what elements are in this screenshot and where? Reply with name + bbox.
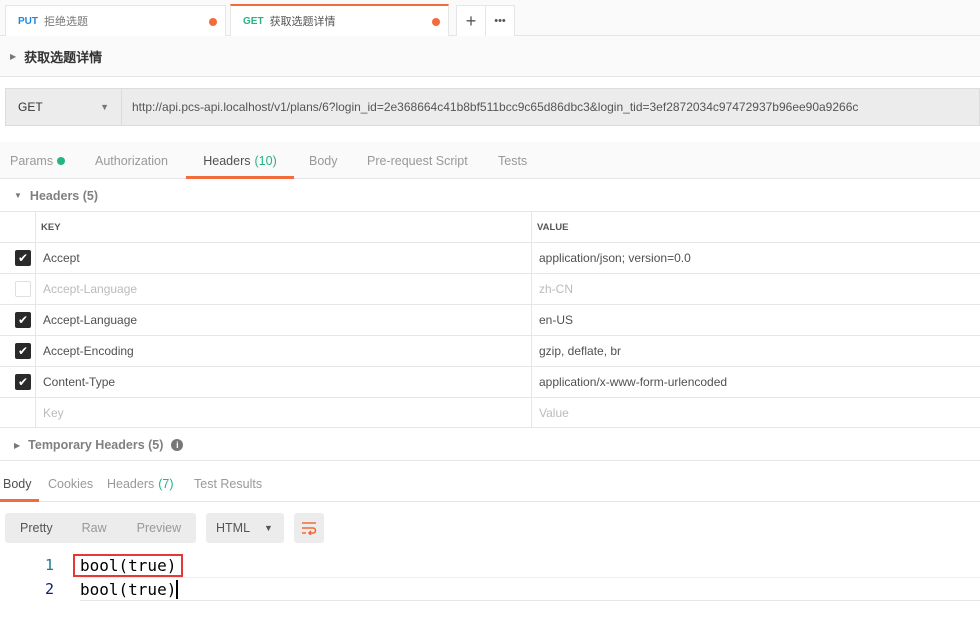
method-value: GET xyxy=(18,100,43,114)
checkbox-checked[interactable]: ✔ xyxy=(15,250,31,266)
header-key[interactable]: Accept-Language xyxy=(43,313,137,327)
tab-test-results[interactable]: Test Results xyxy=(194,466,262,502)
code-text[interactable]: bool(true) xyxy=(80,579,179,599)
header-value[interactable]: zh-CN xyxy=(539,282,573,296)
params-dot-icon xyxy=(57,156,66,165)
collapse-triangle-icon: ▼ xyxy=(14,191,22,200)
checkbox-checked[interactable]: ✔ xyxy=(15,312,31,328)
table-row: Accept-Language zh-CN xyxy=(0,273,980,304)
tab-title: 获取选题详情 xyxy=(269,16,336,28)
header-value[interactable]: gzip, deflate, br xyxy=(539,344,621,358)
checkbox-unchecked[interactable] xyxy=(15,281,31,297)
tab-prerequest-script[interactable]: Pre-request Script xyxy=(367,142,468,179)
line-number: 1 xyxy=(44,556,54,574)
tab-body[interactable]: Body xyxy=(309,142,338,179)
tab-label: Body xyxy=(3,477,32,491)
chevron-down-icon: ▼ xyxy=(264,523,273,533)
header-key[interactable]: Content-Type xyxy=(43,375,115,389)
url-input[interactable]: http://api.pcs-api.localhost/v1/plans/6?… xyxy=(122,88,980,126)
header-value[interactable]: en-US xyxy=(539,313,573,327)
format-select[interactable]: HTML ▼ xyxy=(206,513,284,543)
format-value: HTML xyxy=(216,521,251,535)
tab-label: Headers xyxy=(107,477,155,491)
headers-count: (7) xyxy=(158,477,174,491)
more-tabs-button[interactable]: ••• xyxy=(485,5,515,36)
chevron-down-icon: ▼ xyxy=(100,102,109,112)
new-tab-button[interactable]: + xyxy=(456,5,486,36)
unsaved-dot-icon xyxy=(209,18,217,26)
view-mode-group: Pretty Raw Preview xyxy=(5,513,196,543)
headers-count: (10) xyxy=(254,153,277,168)
wrap-lines-button[interactable] xyxy=(294,513,324,543)
tab-params[interactable]: Params xyxy=(10,142,66,179)
active-tab-underline xyxy=(0,499,39,502)
tab-label: Headers xyxy=(203,153,251,168)
method-label: PUT xyxy=(18,15,38,27)
tab-authorization[interactable]: Authorization xyxy=(95,142,168,179)
column-key: KEY xyxy=(41,221,61,233)
request-title-row[interactable]: ▶ 获取选题详情 xyxy=(0,36,980,77)
expand-triangle-icon: ▶ xyxy=(10,51,17,61)
column-divider xyxy=(35,211,36,428)
request-tabs: Params Authorization Headers (10) Body Pr… xyxy=(0,142,980,179)
table-row: ✔ Content-Type application/x-www-form-ur… xyxy=(0,366,980,397)
checkbox-checked[interactable]: ✔ xyxy=(15,374,31,390)
code-line: 1 bool(true) xyxy=(0,553,980,577)
tab-get-detail[interactable]: GET 获取选题详情 xyxy=(230,4,449,36)
info-icon[interactable]: i xyxy=(171,439,184,451)
header-value[interactable]: application/json; version=0.0 xyxy=(539,251,691,265)
code-text-highlighted: bool(true) xyxy=(73,553,184,577)
preview-button[interactable]: Preview xyxy=(137,521,181,535)
section-title: Temporary Headers (5) xyxy=(28,438,164,452)
checkbox-checked[interactable]: ✔ xyxy=(15,343,31,359)
line-number: 2 xyxy=(44,580,54,598)
header-value[interactable]: application/x-www-form-urlencoded xyxy=(539,375,727,389)
tab-response-body[interactable]: Body xyxy=(0,466,39,502)
header-key[interactable]: Accept-Encoding xyxy=(43,344,134,358)
column-value: VALUE xyxy=(537,221,569,233)
method-label: GET xyxy=(243,15,264,27)
section-title: Headers (5) xyxy=(29,188,99,203)
tab-headers[interactable]: Headers (10) xyxy=(186,142,294,179)
method-select[interactable]: GET ▼ xyxy=(5,88,122,126)
tab-title: 拒绝选题 xyxy=(44,16,88,28)
active-tab-underline xyxy=(186,176,294,179)
expand-triangle-icon: ▶ xyxy=(14,440,21,450)
code-line: 2 bool(true) xyxy=(0,577,980,601)
tab-tests[interactable]: Tests xyxy=(498,142,527,179)
temporary-headers-toggle[interactable]: ▶ Temporary Headers (5) i xyxy=(0,430,980,461)
table-row: ✔ Accept-Encoding gzip, deflate, br xyxy=(0,335,980,366)
request-title: 获取选题详情 xyxy=(24,49,103,65)
headers-section-toggle[interactable]: ▼ Headers (5) xyxy=(0,180,980,211)
tab-cookies[interactable]: Cookies xyxy=(48,466,93,502)
unsaved-dot-icon xyxy=(432,18,440,26)
table-header: KEY VALUE xyxy=(0,211,980,242)
raw-button[interactable]: Raw xyxy=(82,521,107,535)
new-value-input[interactable]: Value xyxy=(539,406,569,420)
wrap-icon xyxy=(302,522,317,535)
tab-response-headers[interactable]: Headers (7) xyxy=(107,466,174,502)
header-key[interactable]: Accept xyxy=(43,251,80,265)
header-key[interactable]: Accept-Language xyxy=(43,282,137,296)
pretty-button[interactable]: Pretty xyxy=(20,521,53,535)
table-row: ✔ Accept application/json; version=0.0 xyxy=(0,242,980,273)
new-header-row: Key Value xyxy=(0,397,980,428)
new-key-input[interactable]: Key xyxy=(43,406,64,420)
table-row: ✔ Accept-Language en-US xyxy=(0,304,980,335)
response-tabs: Body Cookies Headers (7) Test Results xyxy=(0,466,980,502)
column-divider xyxy=(531,211,532,428)
tab-label: Params xyxy=(10,153,54,168)
tab-put-reject[interactable]: PUT 拒绝选题 xyxy=(5,5,226,36)
